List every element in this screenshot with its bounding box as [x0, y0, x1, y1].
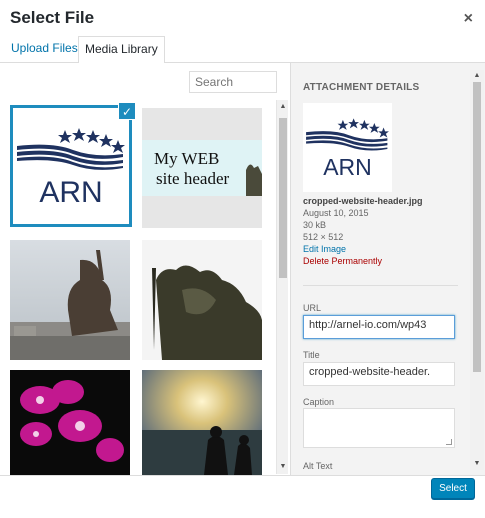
header-thumb-line2: site header — [156, 169, 229, 188]
delete-permanently-link[interactable]: Delete Permanently — [303, 255, 423, 267]
attachment-details-panel: ATTACHMENT DETAILS ARN cropped-website-h — [290, 63, 485, 475]
details-scroll-thumb[interactable] — [473, 82, 481, 372]
details-scroll-up-icon[interactable]: ▲ — [470, 71, 484, 81]
search-input[interactable] — [189, 71, 277, 93]
title-field[interactable]: cropped-website-header. — [303, 362, 455, 386]
attachment-thumb-statue-2[interactable] — [142, 240, 262, 360]
attachment-date: August 10, 2015 — [303, 208, 369, 218]
attachment-thumb-orchid[interactable] — [10, 370, 130, 475]
media-grid-scrollbar[interactable]: ▲ ▼ — [276, 100, 288, 474]
caption-field[interactable] — [303, 408, 455, 448]
resize-grip-icon[interactable] — [446, 439, 452, 445]
edit-image-link[interactable]: Edit Image — [303, 243, 423, 255]
attachment-thumb-statue-1[interactable] — [10, 240, 130, 360]
preview-logo-text: ARN — [323, 154, 372, 180]
tab-upload-files[interactable]: Upload Files — [5, 36, 84, 63]
details-scrollbar[interactable]: ▲ ▼ — [470, 70, 484, 470]
attachment-filename: cropped-website-header.jpg — [303, 196, 423, 206]
attachment-details-heading: ATTACHMENT DETAILS — [303, 82, 420, 93]
caption-label: Caption — [303, 397, 335, 407]
close-icon[interactable]: × — [464, 10, 473, 28]
tab-media-library[interactable]: Media Library — [78, 36, 165, 64]
attachment-dimensions: 512 × 512 — [303, 232, 344, 242]
header-thumb-line1: My WEB — [154, 149, 219, 168]
attachment-thumb-arn-logo[interactable]: ARN — [9, 104, 133, 228]
alt-text-label: Alt Text — [303, 461, 333, 471]
modal-toolbar: Select — [0, 475, 485, 518]
select-file-modal: Select File × Upload Files Media Library… — [0, 0, 485, 518]
modal-tabs: Upload Files Media Library — [0, 36, 485, 64]
attachment-preview-image: ARN — [303, 103, 392, 192]
attachment-thumb-sunset-beach[interactable] — [142, 370, 262, 475]
scroll-up-arrow-icon[interactable]: ▲ — [277, 102, 289, 112]
scroll-down-arrow-icon[interactable]: ▼ — [277, 462, 289, 472]
modal-title: Select File — [10, 8, 95, 27]
media-grid-scroll-thumb[interactable] — [279, 118, 287, 278]
url-field[interactable]: http://arnel-io.com/wp43 — [303, 315, 455, 339]
attachment-meta: cropped-website-header.jpg August 10, 20… — [303, 195, 423, 267]
title-label: Title — [303, 350, 320, 360]
selected-check-icon[interactable]: ✓ — [118, 102, 136, 120]
select-button[interactable]: Select — [431, 478, 475, 499]
attachment-thumb-website-header[interactable]: My WEB site header — [142, 108, 262, 228]
arn-logo-text: ARN — [39, 176, 102, 209]
url-label: URL — [303, 303, 322, 313]
details-scroll-down-icon[interactable]: ▼ — [470, 459, 484, 469]
details-divider — [303, 285, 458, 286]
attachment-filesize: 30 kB — [303, 220, 327, 230]
